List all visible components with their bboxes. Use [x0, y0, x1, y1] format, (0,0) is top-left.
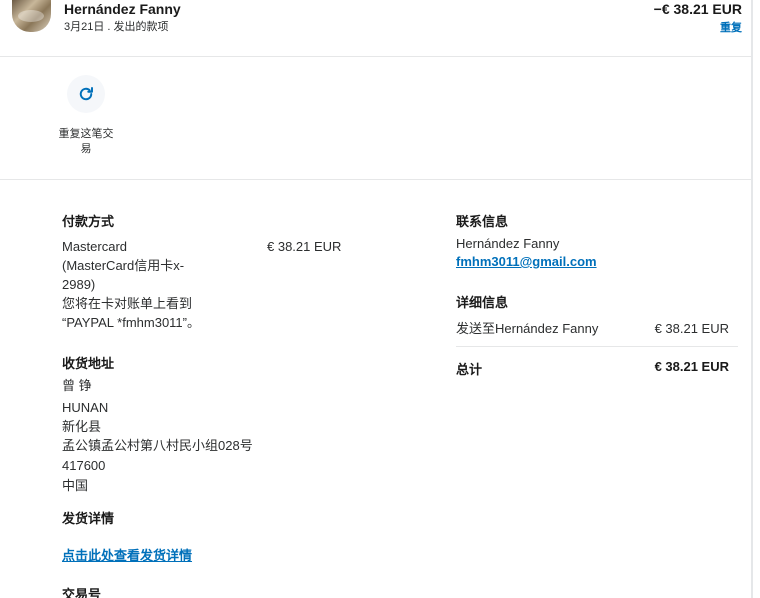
contact-info-title: 联系信息	[456, 214, 509, 229]
avatar	[12, 0, 51, 32]
repeat-transaction-button[interactable]: 重复这笔交易	[59, 75, 114, 157]
transaction-header: Hernández Fanny 3月21日 . 发出的款项 −€ 38.21 E…	[0, 0, 752, 57]
total-label: 总计	[456, 362, 483, 377]
transaction-detail-panel: Hernández Fanny 3月21日 . 发出的款项 −€ 38.21 E…	[0, 0, 752, 598]
details-divider	[456, 346, 738, 347]
shipping-address-line: 曾 铮	[62, 378, 92, 393]
transaction-id-title: 交易号	[62, 587, 102, 598]
payment-method-title: 付款方式	[62, 214, 115, 229]
details-line-label: 发送至Hernández Fanny	[456, 321, 599, 336]
shipping-address-line: 孟公镇孟公村第八村民小组028号	[62, 438, 253, 453]
shipping-address-line: 新化县	[62, 419, 102, 434]
details-line-amount: € 38.21 EUR	[654, 321, 729, 336]
shipping-address-line: HUNAN	[62, 400, 109, 415]
transaction-date-type: 3月21日 . 发出的款项	[64, 21, 169, 33]
shipping-details-link[interactable]: 点击此处查看发货详情	[62, 545, 192, 564]
shipping-address-title: 收货地址	[62, 356, 115, 371]
payment-method-line: 2989)	[62, 277, 96, 292]
payment-method-line: Mastercard	[62, 239, 128, 254]
repeat-link[interactable]: 重复	[720, 19, 742, 35]
shipping-address-line: 中国	[62, 478, 89, 493]
payee-name: Hernández Fanny	[64, 1, 181, 17]
shipping-details-title: 发货详情	[62, 511, 115, 526]
repeat-button-circle[interactable]	[67, 75, 105, 113]
refresh-icon	[79, 87, 93, 101]
panel-edge	[751, 0, 753, 598]
payment-amount: € 38.21 EUR	[267, 239, 342, 254]
payment-method-line: 您将在卡对账单上看到	[62, 296, 193, 311]
payment-method-line: “PAYPAL *fmhm3011”。	[62, 315, 200, 330]
payment-method-line: (MasterCard信用卡x-	[62, 258, 185, 273]
transaction-amount: −€ 38.21 EUR	[653, 1, 742, 17]
contact-name: Hernández Fanny	[456, 236, 560, 251]
details-title: 详细信息	[456, 295, 509, 310]
contact-email-link[interactable]: fmhm3011@gmail.com	[456, 254, 597, 269]
actions-section: 重复这笔交易	[0, 57, 752, 180]
shipping-address-line: 417600	[62, 458, 106, 473]
total-amount: € 38.21 EUR	[654, 359, 729, 374]
repeat-transaction-label: 重复这笔交易	[58, 128, 114, 155]
